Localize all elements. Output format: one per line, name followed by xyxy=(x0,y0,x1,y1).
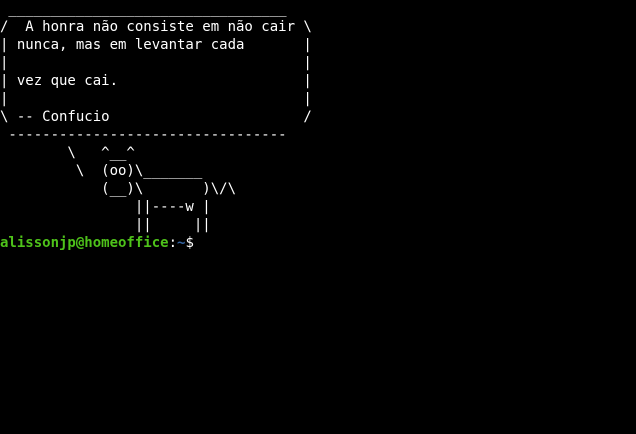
cow-art-line: || || xyxy=(0,217,211,233)
cowsay-bubble-line: | vez que cai. | xyxy=(0,73,312,89)
prompt-user-host: alissonjp@homeoffice xyxy=(0,235,169,251)
prompt-separator: : xyxy=(168,235,178,251)
cowsay-bubble-line: / A honra não consiste em não cair \ xyxy=(0,19,312,35)
cowsay-bubble-line: \ -- Confucio / xyxy=(0,109,312,125)
prompt-symbol: $ xyxy=(185,235,194,251)
cowsay-bubble-bottom: --------------------------------- xyxy=(0,127,287,143)
terminal-output: _________________________________ / A ho… xyxy=(0,0,636,252)
cow-art-line: \ (oo)\_______ xyxy=(0,163,203,179)
cowsay-bubble-line: | nunca, mas em levantar cada | xyxy=(0,37,312,53)
cow-art-line: (__)\ )\/\ xyxy=(0,181,237,197)
cow-art-line: \ ^__^ xyxy=(0,145,135,161)
cow-art-line: ||----w | xyxy=(0,199,211,215)
cowsay-bubble-line: | | xyxy=(0,91,312,107)
terminal-window[interactable]: _________________________________ / A ho… xyxy=(0,0,636,434)
text-cursor xyxy=(194,234,202,249)
shell-prompt[interactable]: alissonjp@homeoffice:~$ xyxy=(0,234,636,252)
cowsay-bubble-top: _________________________________ xyxy=(0,1,287,17)
cowsay-bubble-line: | | xyxy=(0,55,312,71)
